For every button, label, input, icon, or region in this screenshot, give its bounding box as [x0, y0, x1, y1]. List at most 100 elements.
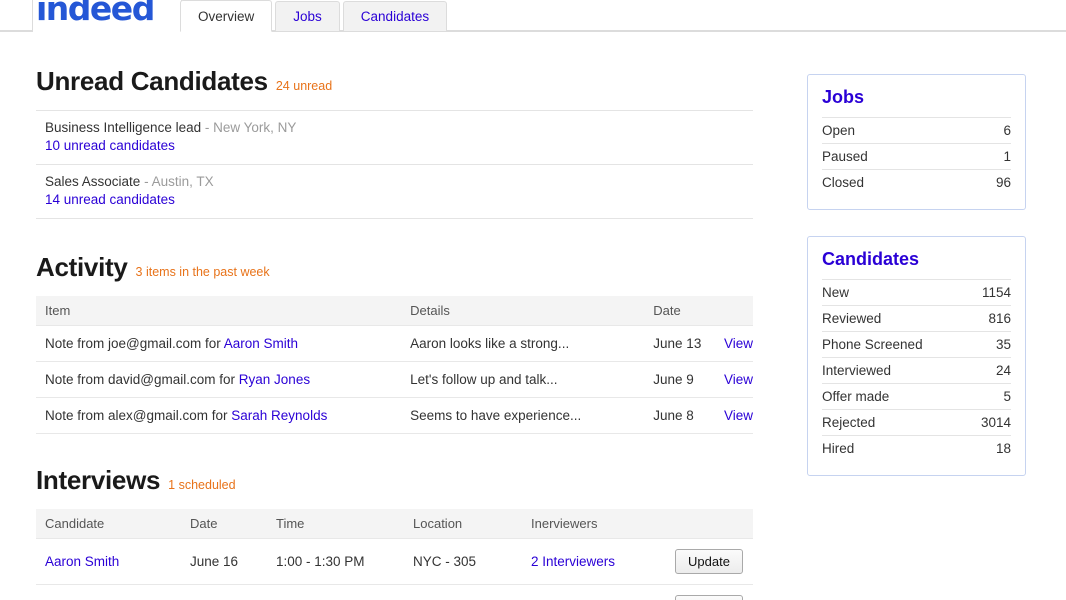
candidates-stat-offer-made: Offer made 5: [822, 383, 1011, 409]
jobs-stat-open: Open 6: [822, 117, 1011, 143]
activity-item-text: Note from david@gmail.com for: [45, 372, 239, 387]
column-header-action: [657, 509, 753, 539]
table-row: Ryan Jones June 16 2:00 - 2:30 PM NYC - …: [36, 585, 753, 600]
column-header-candidate: Candidate: [36, 509, 181, 539]
activity-candidate-link[interactable]: Aaron Smith: [224, 336, 298, 351]
column-header-time: Time: [267, 509, 404, 539]
page-title: Unread Candidates: [36, 66, 268, 97]
candidates-card: Candidates New 1154 Reviewed 816 Phone S…: [807, 236, 1026, 476]
jobs-card: Jobs Open 6 Paused 1 Closed 96: [807, 74, 1026, 210]
interview-time-cell: 2:00 - 2:30 PM: [267, 585, 404, 600]
interview-action-cell: Update: [657, 585, 753, 600]
column-header-location: Location: [404, 509, 522, 539]
stat-value: 5: [1003, 389, 1011, 404]
tab-jobs[interactable]: Jobs: [275, 1, 340, 32]
interviews-title: Interviews: [36, 465, 160, 496]
tab-candidates[interactable]: Candidates: [343, 1, 447, 32]
table-row: Note from alex@gmail.com for Sarah Reyno…: [36, 398, 753, 434]
candidates-stat-hired: Hired 18: [822, 435, 1011, 461]
column-header-interviewers: Inerviewers: [522, 509, 657, 539]
candidates-card-title: Candidates: [822, 249, 1011, 270]
candidates-stat-interviewed: Interviewed 24: [822, 357, 1011, 383]
interview-action-cell: Update: [657, 539, 753, 585]
main-tabs: Overview Jobs Candidates: [180, 0, 450, 32]
activity-item-cell: Note from david@gmail.com for Ryan Jones: [36, 362, 401, 398]
stat-label: Offer made: [822, 389, 889, 404]
interview-location-cell: NYC - 305: [404, 539, 522, 585]
stat-label: Open: [822, 123, 855, 138]
view-link[interactable]: View: [724, 372, 753, 387]
activity-heading: Activity 3 items in the past week: [36, 252, 753, 283]
sidebar: Jobs Open 6 Paused 1 Closed 96 Candidate…: [807, 74, 1026, 502]
stat-label: Paused: [822, 149, 868, 164]
interviewers-link[interactable]: 2 Interviewers: [531, 554, 615, 569]
jobs-card-title: Jobs: [822, 87, 1011, 108]
table-row: Aaron Smith June 16 1:00 - 1:30 PM NYC -…: [36, 539, 753, 585]
activity-count-badge: 3 items in the past week: [136, 265, 270, 279]
unread-job-line: Sales Associate - Austin, TX: [45, 174, 753, 189]
interviews-section: Interviews 1 scheduled Candidate Date Ti…: [36, 434, 753, 600]
activity-details-cell: Let's follow up and talk...: [401, 362, 644, 398]
unread-job-line: Business Intelligence lead - New York, N…: [45, 120, 753, 135]
update-button[interactable]: Update: [675, 595, 743, 600]
stat-label: Hired: [822, 441, 854, 456]
interview-candidate-cell: Aaron Smith: [36, 539, 181, 585]
stat-value: 24: [996, 363, 1011, 378]
view-link[interactable]: View: [724, 408, 753, 423]
interview-interviewers-cell: 3 Interviewers: [522, 585, 657, 600]
list-item[interactable]: Business Intelligence lead - New York, N…: [36, 110, 753, 164]
activity-section: Activity 3 items in the past week Item D…: [36, 219, 753, 434]
unread-candidates-list: Business Intelligence lead - New York, N…: [36, 110, 753, 219]
interviews-count-badge: 1 scheduled: [168, 478, 235, 492]
unread-count-badge: 24 unread: [276, 79, 332, 93]
stat-value: 35: [996, 337, 1011, 352]
activity-view-cell: View: [712, 362, 753, 398]
update-button[interactable]: Update: [675, 549, 743, 574]
activity-date-cell: June 8: [644, 398, 712, 434]
stat-label: Closed: [822, 175, 864, 190]
column-header-action: [712, 296, 753, 326]
table-row: Note from david@gmail.com for Ryan Jones…: [36, 362, 753, 398]
activity-item-text: Note from joe@gmail.com for: [45, 336, 224, 351]
stat-label: Rejected: [822, 415, 875, 430]
activity-date-cell: June 9: [644, 362, 712, 398]
column-header-item: Item: [36, 296, 401, 326]
stat-value: 1154: [982, 285, 1011, 300]
activity-candidate-link[interactable]: Sarah Reynolds: [231, 408, 327, 423]
jobs-stat-closed: Closed 96: [822, 169, 1011, 195]
unread-candidates-link[interactable]: 10 unread candidates: [45, 138, 753, 153]
candidate-link[interactable]: Aaron Smith: [45, 554, 119, 569]
column-header-date: Date: [181, 509, 267, 539]
interview-interviewers-cell: 2 Interviewers: [522, 539, 657, 585]
indeed-logo[interactable]: indeed: [36, 0, 154, 28]
activity-candidate-link[interactable]: Ryan Jones: [239, 372, 310, 387]
unread-job-location: - New York, NY: [205, 120, 297, 135]
activity-item-text: Note from alex@gmail.com for: [45, 408, 231, 423]
unread-candidates-section: Unread Candidates 24 unread Business Int…: [36, 32, 753, 219]
stat-label: Reviewed: [822, 311, 881, 326]
interview-time-cell: 1:00 - 1:30 PM: [267, 539, 404, 585]
main-column: Unread Candidates 24 unread Business Int…: [36, 32, 753, 600]
stat-value: 3014: [981, 415, 1011, 430]
stat-value: 816: [988, 311, 1011, 326]
stat-value: 18: [996, 441, 1011, 456]
interviews-table: Candidate Date Time Location Inerviewers…: [36, 509, 753, 600]
view-link[interactable]: View: [724, 336, 753, 351]
unread-job-title: Business Intelligence lead: [45, 120, 201, 135]
stat-label: Phone Screened: [822, 337, 923, 352]
stat-label: Interviewed: [822, 363, 891, 378]
table-header-row: Item Details Date: [36, 296, 753, 326]
activity-view-cell: View: [712, 398, 753, 434]
interview-location-cell: NYC - 305: [404, 585, 522, 600]
stat-value: 1: [1003, 149, 1011, 164]
activity-view-cell: View: [712, 326, 753, 362]
list-item[interactable]: Sales Associate - Austin, TX 14 unread c…: [36, 164, 753, 219]
activity-details-cell: Seems to have experience...: [401, 398, 644, 434]
candidates-stat-rejected: Rejected 3014: [822, 409, 1011, 435]
candidates-stat-phone-screened: Phone Screened 35: [822, 331, 1011, 357]
unread-candidates-link[interactable]: 14 unread candidates: [45, 192, 753, 207]
tab-overview[interactable]: Overview: [180, 0, 272, 32]
interview-date-cell: June 16: [181, 585, 267, 600]
candidates-stat-new: New 1154: [822, 279, 1011, 305]
stat-value: 6: [1003, 123, 1011, 138]
